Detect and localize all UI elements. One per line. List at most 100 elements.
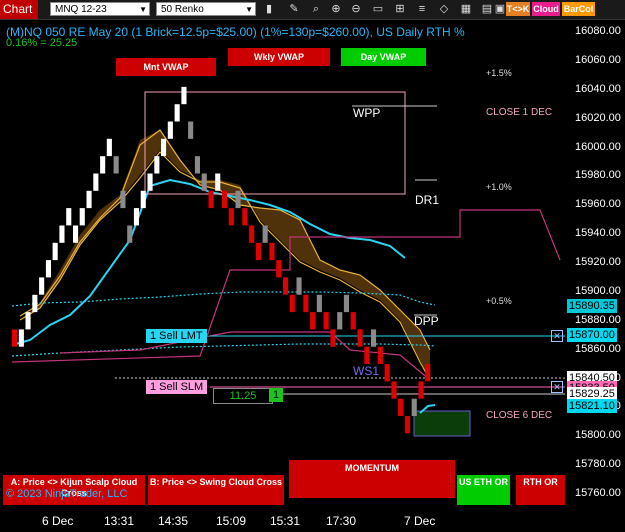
renko-brick (25, 312, 31, 330)
tk-button[interactable]: T<>K (506, 2, 530, 16)
price-tick-label: 16080.00 (575, 25, 621, 37)
renko-brick (350, 312, 356, 330)
ws1-label: WS1 (353, 364, 380, 378)
time-label: 7 Dec (404, 514, 436, 528)
price-marker-tag: 15821.10 (567, 398, 617, 413)
renko-brick (45, 260, 51, 278)
sell-slm-order-tag[interactable]: 1 Sell SLM (146, 380, 208, 394)
renko-brick (86, 190, 92, 209)
renko-brick (167, 121, 173, 139)
close-1-dec-label: CLOSE 1 DEC (486, 107, 553, 118)
properties-icon[interactable]: ≡ (415, 2, 429, 16)
bar-type-icon[interactable]: ▮ (262, 2, 276, 16)
time-axis[interactable]: 6 Dec 13:31 14:35 15:09 15:31 17:30 7 De… (0, 512, 565, 532)
renko-brick (330, 329, 336, 347)
price-tick-label: 15800.00 (575, 429, 621, 442)
price-chart[interactable] (0, 20, 565, 512)
renko-brick (276, 260, 282, 278)
renko-brick (66, 208, 72, 226)
renko-brick (174, 104, 180, 122)
renko-bricks (12, 86, 431, 434)
barcol-button[interactable]: BarCol (562, 2, 595, 16)
vwap-upper-dashed (11, 291, 436, 307)
dr1-label: DR1 (415, 193, 440, 207)
renko-brick (79, 208, 85, 226)
chart-toolbar: Chart MNQ 12-23 ▼ 50 Renko ▼ ▮ ✎ ⌕ ⊕ ⊖ ▭… (0, 0, 625, 20)
price-marker-tag: 15870.00 (567, 328, 617, 343)
zoom-in-icon[interactable]: ⊕ (329, 2, 343, 16)
renko-brick (343, 294, 349, 313)
price-tick-label: 15860.00 (575, 342, 621, 355)
bar-type-selector[interactable]: 50 Renko ▼ (156, 2, 256, 16)
price-tick-label: 16060.00 (575, 53, 621, 66)
renko-brick (188, 121, 194, 139)
time-label: 15:09 (216, 514, 247, 528)
magnifier-icon[interactable]: ⌕ (309, 2, 323, 16)
renko-brick (371, 329, 377, 347)
time-label: 6 Dec (42, 514, 74, 528)
renko-brick (147, 173, 153, 191)
renko-brick (242, 208, 248, 226)
renko-brick (384, 364, 390, 382)
weekly-vwap-button[interactable]: Wkly VWAP (228, 48, 330, 66)
swing-cloud (20, 130, 430, 380)
copyright-label: © 2023 NinjaTrader, LLC (6, 488, 128, 500)
us-eth-or-button[interactable]: US ETH OR (457, 475, 510, 505)
grid-icon[interactable]: ⊞ (393, 2, 407, 16)
cancel-order-icon[interactable]: ✕ (551, 330, 563, 342)
renko-brick (310, 312, 316, 330)
monthly-vwap-button[interactable]: Mnt VWAP (116, 58, 216, 76)
close-6-dec-label: CLOSE 6 DEC (486, 410, 553, 421)
price-tick-label: 15780.00 (575, 458, 621, 471)
price-tick-label: 15920.00 (575, 256, 621, 268)
renko-brick (32, 294, 38, 313)
time-label: 15:31 (270, 514, 301, 528)
renko-brick (127, 225, 133, 243)
renko-brick (59, 225, 65, 243)
renko-brick (255, 242, 261, 261)
renko-brick (235, 190, 241, 209)
screen-icon[interactable]: ▭ (371, 2, 385, 16)
renko-brick (140, 190, 146, 209)
drawing-objects-icon[interactable]: ◇ (437, 2, 451, 16)
renko-brick (113, 156, 119, 174)
instrument-selector[interactable]: MNQ 12-23 ▼ (50, 2, 150, 16)
rth-or-button[interactable]: RTH OR (516, 475, 565, 505)
sell-lmt-order-tag[interactable]: 1 Sell LMT (146, 329, 207, 343)
renko-brick (404, 416, 410, 434)
pct-label-1-0: +1.0% (486, 182, 512, 192)
data-box-icon[interactable]: ▤ (480, 2, 494, 16)
renko-brick (269, 242, 275, 261)
instruments-icon[interactable]: ▦ (459, 2, 473, 16)
cancel-order-icon[interactable]: ✕ (551, 381, 563, 393)
price-tick-label: 16020.00 (575, 111, 621, 124)
time-label: 14:35 (158, 514, 189, 528)
price-tick-label: 16000.00 (575, 140, 621, 153)
renko-brick (262, 225, 268, 243)
renko-brick (377, 346, 383, 364)
renko-brick (181, 86, 187, 105)
zoom-out-icon[interactable]: ⊖ (349, 2, 363, 16)
renko-brick (39, 277, 45, 295)
daily-vwap-button[interactable]: Day VWAP (341, 48, 426, 66)
price-axis[interactable]: 16080.00 16060.00 16040.00 16020.00 16000.00… (565, 20, 625, 512)
renko-brick (154, 156, 160, 174)
swing-cross-button[interactable]: B: Price <> Swing Cloud Cross (148, 475, 284, 505)
chevron-down-icon: ▼ (139, 5, 147, 14)
renko-brick (296, 277, 302, 295)
momentum-button[interactable]: MOMENTUM (289, 460, 455, 498)
position-qty[interactable]: 1 (269, 388, 284, 402)
pencil-icon[interactable]: ✎ (287, 2, 301, 16)
price-tick-label: 15980.00 (575, 169, 621, 182)
renko-brick (222, 190, 228, 209)
renko-brick (201, 173, 207, 191)
renko-brick (208, 190, 214, 209)
cloud-button[interactable]: Cloud (532, 2, 560, 16)
renko-brick (425, 364, 431, 382)
renko-brick (303, 294, 309, 313)
window-icon[interactable]: ▣ (493, 2, 507, 16)
renko-brick (93, 173, 99, 191)
dpp-label: DPP (414, 314, 439, 328)
pct-label-0-5: +0.5% (486, 296, 512, 306)
price-tick-label: 15940.00 (575, 227, 621, 240)
